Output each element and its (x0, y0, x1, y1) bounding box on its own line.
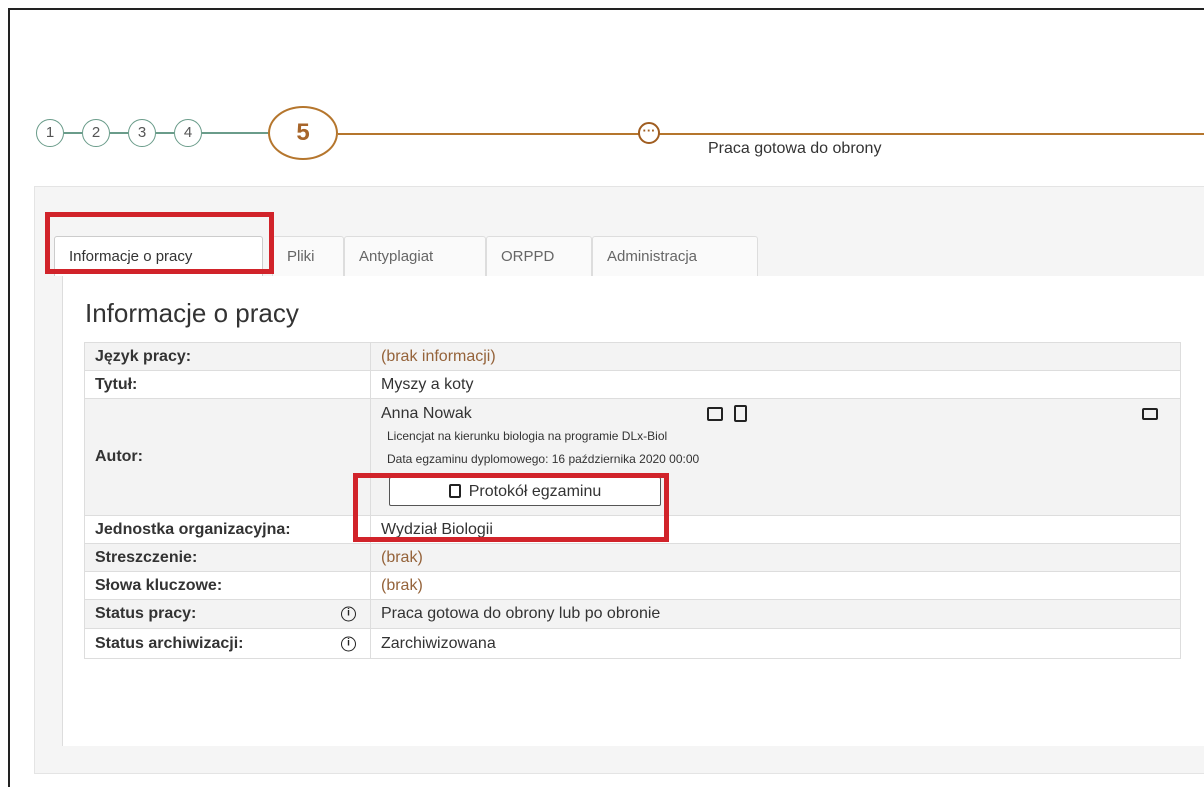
row-label-author: Autor: (84, 398, 371, 516)
exam-date: Data egzaminu dyplomowego: 16 październi… (387, 452, 700, 466)
row-value-title: Myszy a koty (370, 370, 1181, 399)
info-icon[interactable]: i (341, 636, 356, 651)
step-status-caption: Praca gotowa do obrony (708, 140, 882, 157)
tab-informacje-o-pracy[interactable]: Informacje o pracy (54, 236, 263, 276)
tab-pliki[interactable]: Pliki (272, 236, 344, 276)
row-label-status: Status pracy: i (84, 599, 371, 629)
window-top-border (8, 8, 1204, 10)
tab-administracja[interactable]: Administracja (592, 236, 758, 276)
table-row: Autor: Anna Nowak Licencjat na kierunku … (84, 398, 1181, 516)
progress-line (338, 133, 1204, 135)
tab-antyplagiat[interactable]: Antyplagiat (344, 236, 486, 276)
table-row: Status pracy: i Praca gotowa do obrony lu… (84, 599, 1181, 629)
row-value-keywords: (brak) (370, 571, 1181, 600)
document-icon (448, 484, 461, 498)
row-value-author: Anna Nowak Licencjat na kierunku biologi… (370, 398, 1181, 516)
status-label-text: Status pracy: (95, 605, 197, 622)
author-name[interactable]: Anna Nowak (381, 405, 472, 423)
row-label-archive: Status archiwizacji: i (84, 628, 371, 659)
row-label-keywords: Słowa kluczowe: (84, 571, 371, 600)
window-left-border (8, 8, 10, 787)
progress-stepper: 1 2 3 4 5 ··· Praca gotowa do obrony (36, 106, 1204, 166)
more-dots-icon: ··· (638, 122, 660, 144)
table-row: Tytuł: Myszy a koty (84, 370, 1181, 399)
row-value-language: (brak informacji) (370, 342, 1181, 371)
section-title: Informacje o pracy (85, 298, 299, 328)
row-value-archive: Zarchiwizowana (370, 628, 1181, 659)
mail-icon[interactable] (1142, 408, 1158, 420)
step-connector (202, 132, 268, 134)
row-label-language: Język pracy: (84, 342, 371, 371)
row-value-status: Praca gotowa do obrony lub po obronie (370, 599, 1181, 629)
table-row: Język pracy: (brak informacji) (84, 342, 1181, 371)
step-1[interactable]: 1 (36, 119, 64, 147)
row-value-unit: Wydział Biologii (370, 515, 1181, 544)
thesis-info-table: Język pracy: (brak informacji) Tytuł: My… (84, 342, 1181, 659)
table-row: Streszczenie: (brak) (84, 543, 1181, 572)
step-connector (156, 132, 174, 134)
document-icon[interactable] (734, 405, 747, 422)
row-label-unit: Jednostka organizacyjna: (84, 515, 371, 544)
step-4[interactable]: 4 (174, 119, 202, 147)
table-row: Słowa kluczowe: (brak) (84, 571, 1181, 600)
table-row: Jednostka organizacyjna: Wydział Biologi… (84, 515, 1181, 544)
info-icon[interactable]: i (341, 606, 356, 622)
exam-protocol-label: Protokół egzaminu (468, 483, 602, 500)
step-2[interactable]: 2 (82, 119, 110, 147)
row-label-title: Tytuł: (84, 370, 371, 399)
row-value-abstract: (brak) (370, 543, 1181, 572)
archive-label-text: Status archiwizacji: (95, 634, 244, 652)
row-label-abstract: Streszczenie: (84, 543, 371, 572)
author-program: Licencjat na kierunku biologia na progra… (387, 429, 668, 443)
table-row: Status archiwizacji: i Zarchiwizowana (84, 628, 1181, 659)
step-5-active[interactable]: 5 (268, 106, 338, 160)
exam-protocol-button[interactable]: Protokół egzaminu (389, 477, 661, 506)
edit-icon[interactable] (707, 407, 723, 421)
step-3[interactable]: 3 (128, 119, 156, 147)
step-connector (110, 132, 128, 134)
tab-orppd[interactable]: ORPPD (486, 236, 592, 276)
step-connector (64, 132, 82, 134)
